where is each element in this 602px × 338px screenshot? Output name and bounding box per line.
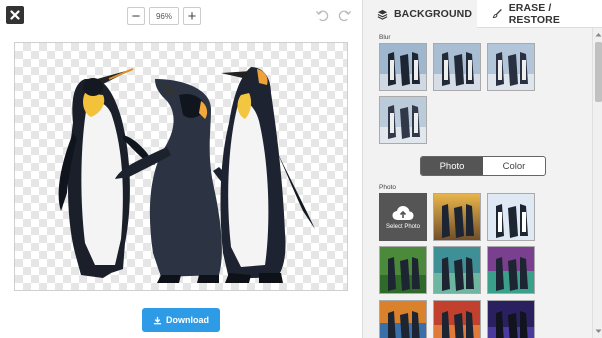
photo-thumb[interactable] bbox=[379, 300, 427, 338]
tab-erase-restore-label: ERASE / RESTORE bbox=[508, 1, 560, 26]
panel-scrollbar[interactable] bbox=[592, 28, 602, 338]
download-icon bbox=[153, 316, 162, 324]
photo-color-toggle: Photo Color bbox=[420, 156, 546, 176]
zoom-value[interactable]: 96% bbox=[149, 7, 179, 25]
close-button[interactable] bbox=[6, 6, 24, 24]
toggle-photo[interactable]: Photo bbox=[421, 157, 483, 175]
image-canvas[interactable] bbox=[14, 42, 348, 291]
photo-thumb[interactable] bbox=[487, 246, 535, 294]
select-photo-button[interactable]: Select Photo bbox=[379, 193, 427, 241]
close-icon bbox=[10, 10, 20, 20]
options-panel: BACKGROUND ERASE / RESTORE Blur Photo Co… bbox=[362, 0, 602, 338]
editor-area: − 96% + Download bbox=[0, 0, 362, 338]
zoom-out-button[interactable]: − bbox=[127, 7, 145, 25]
background-remover-app: − 96% + Download BACKGROUND ERASE / REST… bbox=[0, 0, 602, 338]
photo-thumb[interactable] bbox=[433, 300, 481, 338]
blur-thumb[interactable] bbox=[379, 43, 427, 91]
photo-thumb[interactable] bbox=[487, 193, 535, 241]
panel-tabs: BACKGROUND ERASE / RESTORE bbox=[363, 0, 602, 28]
brush-icon bbox=[492, 9, 502, 18]
blur-section-label: Blur bbox=[379, 34, 391, 41]
photo-thumb[interactable] bbox=[433, 246, 481, 294]
zoom-controls: − 96% + bbox=[127, 6, 201, 26]
penguin-right bbox=[220, 67, 315, 283]
select-photo-label: Select Photo bbox=[385, 223, 421, 230]
tab-background-label: BACKGROUND bbox=[394, 8, 472, 20]
background-options: Blur Photo Color Photo Select Photo bbox=[363, 28, 591, 338]
download-label: Download bbox=[166, 315, 209, 325]
redo-icon bbox=[338, 9, 351, 21]
photo-thumb[interactable] bbox=[379, 246, 427, 294]
photo-section-label: Photo bbox=[379, 184, 396, 191]
layers-icon bbox=[377, 9, 388, 20]
blur-thumb[interactable] bbox=[433, 43, 481, 91]
toggle-color[interactable]: Color bbox=[483, 157, 545, 175]
scrollbar-thumb[interactable] bbox=[595, 42, 602, 102]
zoom-in-button[interactable]: + bbox=[183, 7, 201, 25]
download-button[interactable]: Download bbox=[142, 308, 220, 332]
undo-button[interactable] bbox=[313, 5, 331, 25]
penguins-image bbox=[58, 67, 315, 283]
scroll-down-arrow-icon[interactable] bbox=[594, 327, 602, 336]
blur-thumb[interactable] bbox=[487, 43, 535, 91]
cloud-upload-icon bbox=[392, 205, 414, 220]
blur-thumb[interactable] bbox=[379, 96, 427, 144]
undo-icon bbox=[315, 9, 328, 21]
tab-erase-restore[interactable]: ERASE / RESTORE bbox=[477, 0, 602, 28]
photo-thumb[interactable] bbox=[487, 300, 535, 338]
scroll-up-arrow-icon[interactable] bbox=[594, 30, 602, 39]
penguin-left bbox=[58, 68, 155, 278]
photo-thumb[interactable] bbox=[433, 193, 481, 241]
redo-button[interactable] bbox=[335, 5, 353, 25]
tab-background[interactable]: BACKGROUND bbox=[363, 0, 477, 28]
